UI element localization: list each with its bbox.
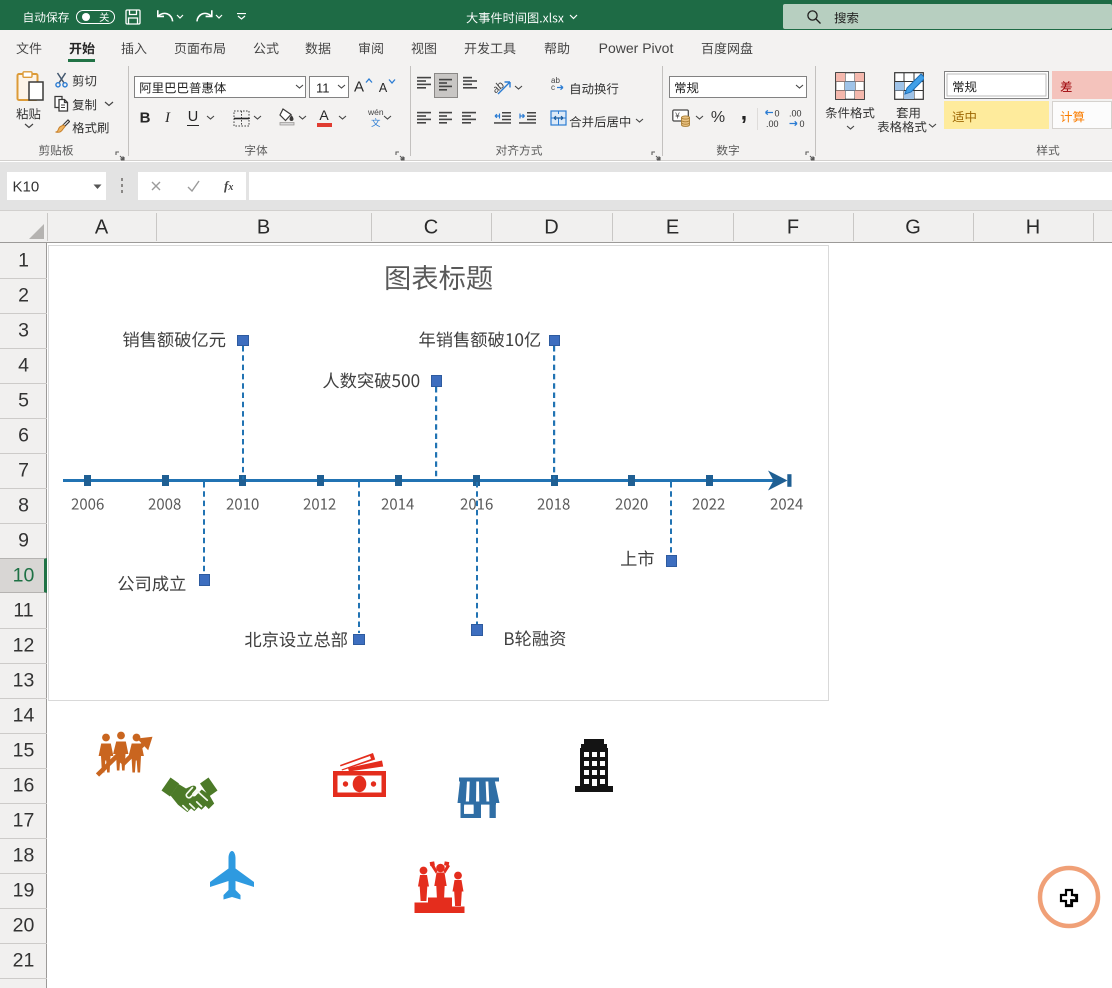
svg-text:0: 0 — [775, 109, 780, 119]
svg-text:c: c — [551, 83, 555, 91]
svg-text:0: 0 — [800, 119, 805, 129]
svg-text:¥: ¥ — [674, 112, 680, 121]
svg-text:.00: .00 — [766, 119, 779, 129]
svg-text:.00: .00 — [789, 109, 802, 119]
